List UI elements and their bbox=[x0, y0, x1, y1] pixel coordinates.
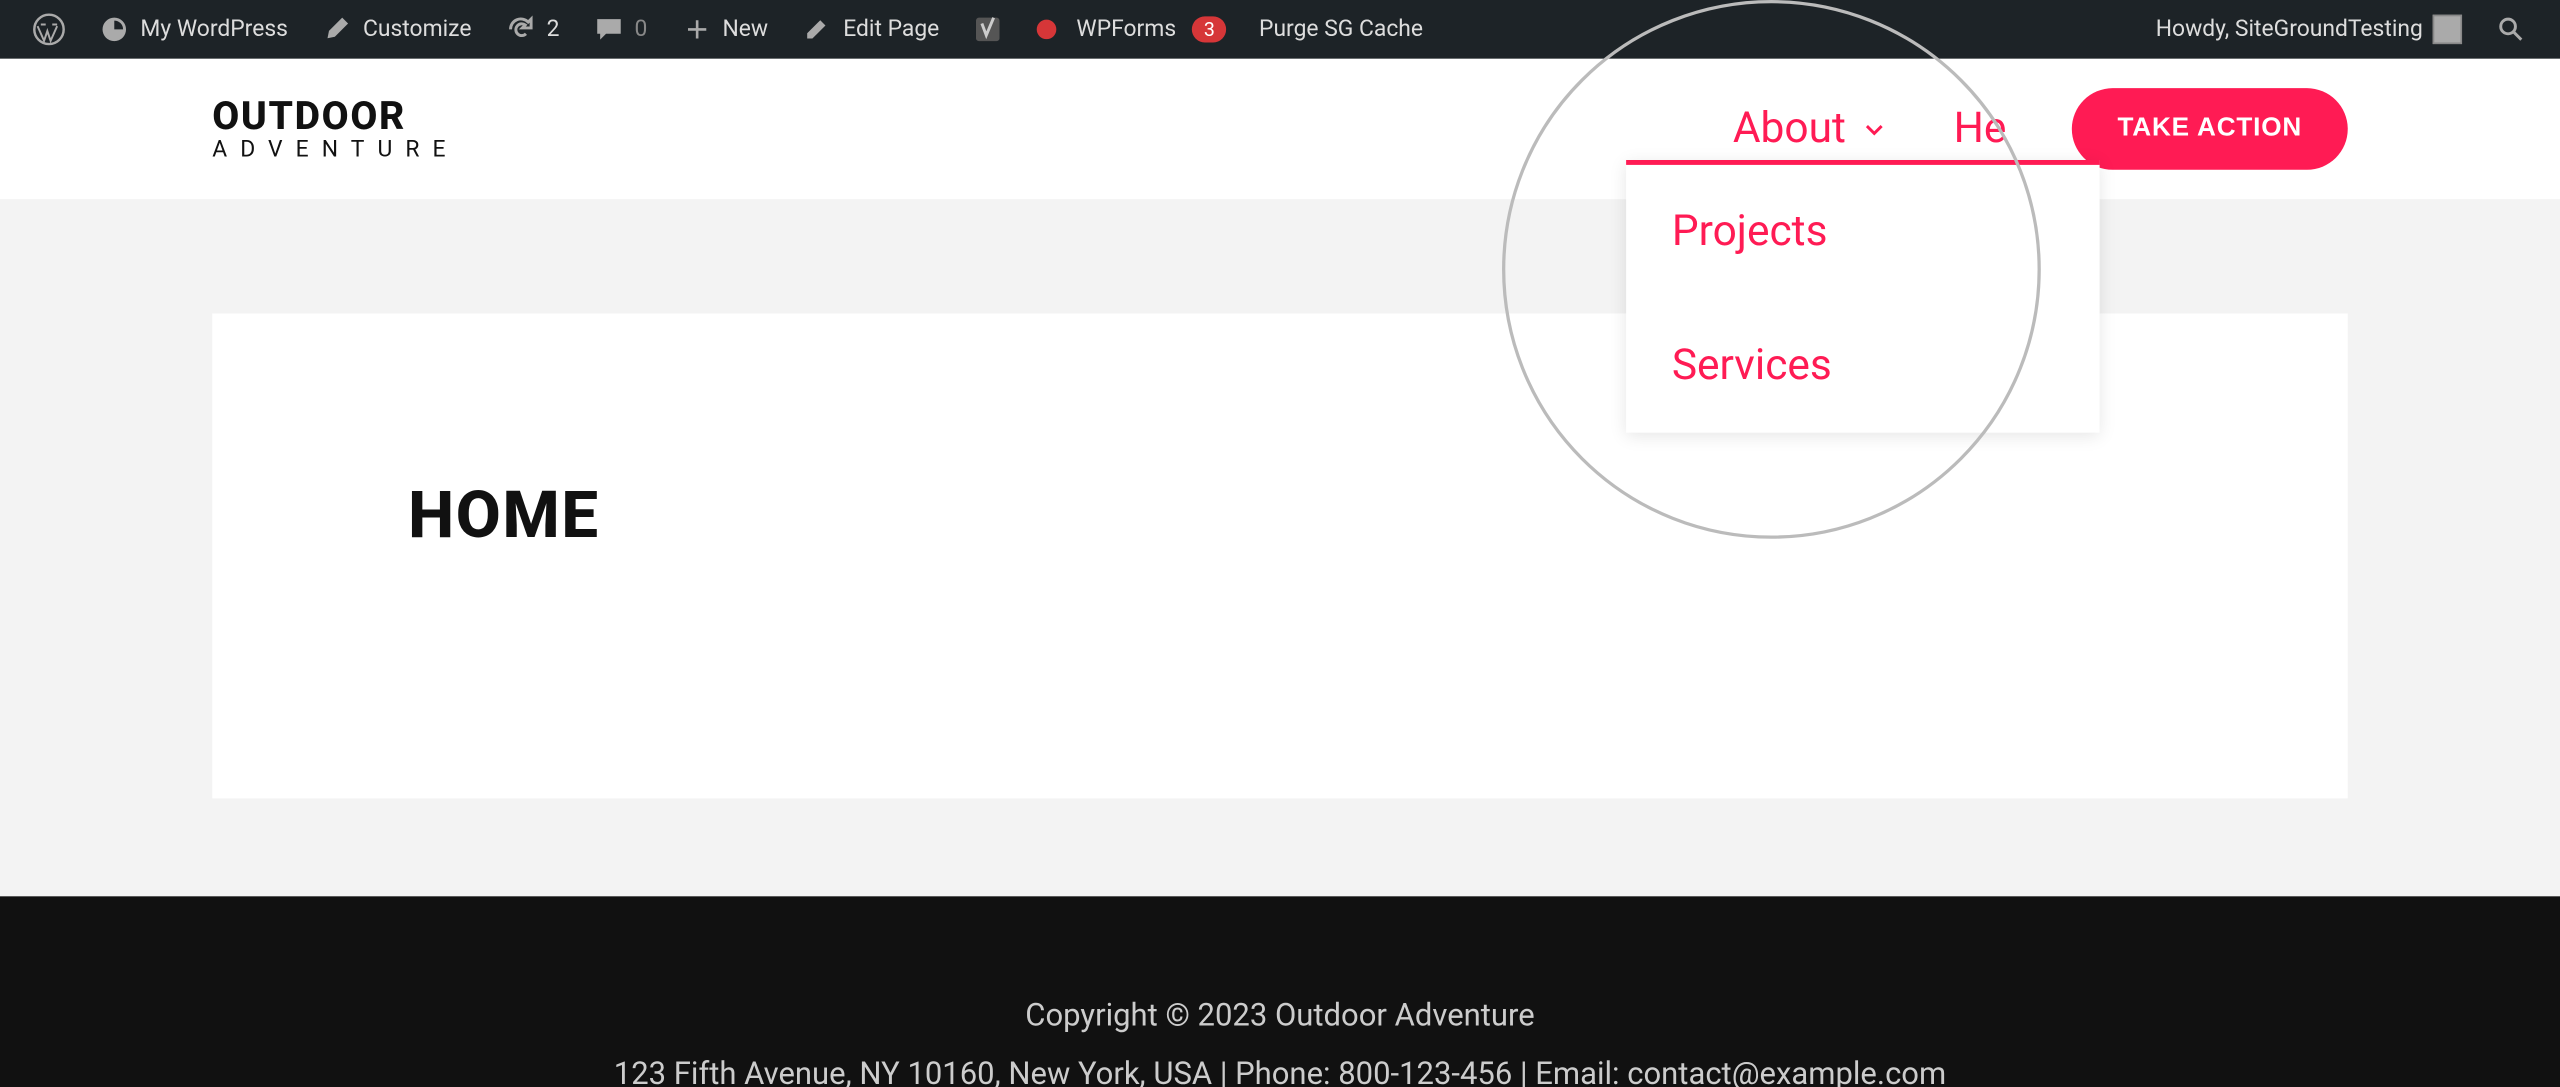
wpforms-link[interactable]: WPForms 3 bbox=[1021, 0, 1243, 59]
brush-icon bbox=[321, 13, 354, 46]
yoast-link[interactable] bbox=[956, 0, 1021, 59]
site-name-link[interactable]: My WordPress bbox=[82, 0, 305, 59]
yoast-icon bbox=[972, 13, 1005, 46]
nav-about[interactable]: About bbox=[1733, 91, 1888, 166]
dropdown-projects[interactable]: Projects bbox=[1626, 165, 2099, 299]
record-dot-icon bbox=[1037, 20, 1057, 40]
footer-address: 123 Fifth Avenue, NY 10160, New York, US… bbox=[33, 1045, 2528, 1087]
edit-page-text: Edit Page bbox=[843, 16, 939, 42]
comments-link[interactable]: 0 bbox=[576, 0, 664, 59]
about-dropdown: Projects Services bbox=[1626, 160, 2099, 433]
howdy-link[interactable]: Howdy, SiteGroundTesting bbox=[2139, 0, 2478, 59]
wp-admin-bar: My WordPress Customize 2 0 bbox=[0, 0, 2560, 59]
site-header: OUTDOOR ADVENTURE About He TAKE ACTION d… bbox=[0, 59, 2560, 199]
updates-count: 2 bbox=[547, 16, 560, 42]
comments-count: 0 bbox=[635, 16, 648, 42]
plus-icon bbox=[680, 13, 713, 46]
howdy-text: Howdy, SiteGroundTesting bbox=[2156, 16, 2423, 42]
purge-cache-text: Purge SG Cache bbox=[1259, 16, 1423, 42]
dropdown-services[interactable]: Services bbox=[1626, 299, 2099, 433]
footer-copyright: Copyright © 2023 Outdoor Adventure bbox=[33, 986, 2528, 1045]
logo-line1: OUTDOOR bbox=[212, 96, 458, 135]
search-icon bbox=[2495, 13, 2528, 46]
wpforms-text: WPForms bbox=[1076, 16, 1176, 42]
updates-link[interactable]: 2 bbox=[488, 0, 576, 59]
nav-hello[interactable]: He bbox=[1954, 91, 2007, 166]
wp-logo[interactable] bbox=[16, 0, 81, 59]
page-body: HOME bbox=[0, 199, 2560, 896]
nav-hello-label: He bbox=[1954, 104, 2007, 153]
site-footer: Copyright © 2023 Outdoor Adventure 123 F… bbox=[0, 896, 2560, 1087]
search-toggle[interactable] bbox=[2478, 0, 2543, 59]
comment-icon bbox=[592, 13, 625, 46]
logo-line2: ADVENTURE bbox=[212, 139, 458, 162]
dashboard-icon bbox=[98, 13, 131, 46]
site-name-text: My WordPress bbox=[140, 16, 287, 42]
avatar-icon bbox=[2433, 15, 2462, 44]
new-text: New bbox=[722, 16, 768, 42]
customize-link[interactable]: Customize bbox=[304, 0, 488, 59]
refresh-icon bbox=[504, 13, 537, 46]
page-title: HOME bbox=[408, 477, 2152, 554]
site-logo[interactable]: OUTDOOR ADVENTURE bbox=[212, 96, 458, 161]
purge-cache-link[interactable]: Purge SG Cache bbox=[1243, 0, 1440, 59]
chevron-down-icon bbox=[1859, 114, 1888, 143]
take-action-button[interactable]: TAKE ACTION bbox=[2072, 88, 2348, 170]
primary-nav: About He TAKE ACTION d! bbox=[1733, 88, 2348, 170]
pencil-icon bbox=[801, 13, 834, 46]
wpforms-badge: 3 bbox=[1192, 16, 1226, 42]
wordpress-icon bbox=[33, 13, 66, 46]
new-link[interactable]: New bbox=[664, 0, 785, 59]
customize-text: Customize bbox=[363, 16, 471, 42]
edit-page-link[interactable]: Edit Page bbox=[784, 0, 955, 59]
nav-about-label: About bbox=[1733, 104, 1846, 153]
